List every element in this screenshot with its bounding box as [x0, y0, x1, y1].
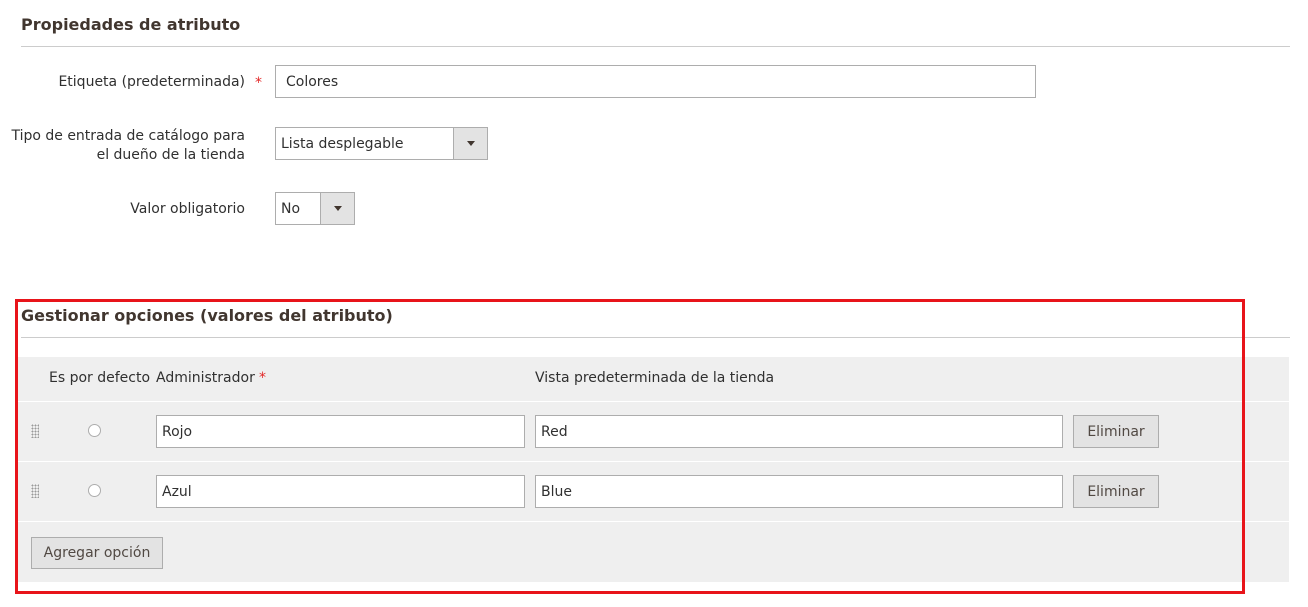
input-type-label-line2: el dueño de la tienda	[96, 147, 245, 163]
input-type-field-label: Tipo de entrada de catálogo para el dueñ…	[11, 127, 245, 165]
input-type-selected-value: Lista desplegable	[281, 135, 404, 152]
admin-value-input[interactable]: Azul	[156, 475, 525, 508]
column-header-store-view: Vista predeterminada de la tienda	[535, 370, 775, 386]
options-table-panel	[18, 357, 1289, 582]
delete-option-button[interactable]: Eliminar	[1073, 415, 1159, 448]
section-title-attribute-properties: Propiedades de atributo	[21, 15, 241, 34]
required-value-select[interactable]: No	[275, 192, 355, 225]
row-separator	[18, 461, 1289, 462]
drag-handle-icon[interactable]	[31, 424, 39, 438]
required-asterisk: *	[259, 370, 266, 386]
required-value-field-label: Valor obligatorio	[130, 201, 245, 217]
section-title-manage-options: Gestionar opciones (valores del atributo…	[21, 306, 393, 325]
default-option-radio[interactable]	[88, 484, 101, 497]
chevron-down-icon	[333, 206, 342, 211]
attribute-label-input[interactable]: Colores	[275, 65, 1036, 98]
required-value-selected-value: No	[281, 200, 301, 217]
delete-option-button[interactable]: Eliminar	[1073, 475, 1159, 508]
drag-handle-icon[interactable]	[31, 484, 39, 498]
dropdown-arrow	[320, 193, 354, 224]
label-field-label: Etiqueta (predeterminada)	[58, 74, 245, 90]
row-separator	[18, 521, 1289, 522]
section-divider	[21, 337, 1290, 338]
admin-value-input[interactable]: Rojo	[156, 415, 525, 448]
section-divider	[21, 46, 1290, 47]
chevron-down-icon	[466, 141, 475, 146]
row-separator	[18, 401, 1289, 402]
store-view-value-input[interactable]: Blue	[535, 475, 1063, 508]
dropdown-arrow	[453, 128, 487, 159]
input-type-select[interactable]: Lista desplegable	[275, 127, 488, 160]
default-option-radio[interactable]	[88, 424, 101, 437]
column-header-is-default: Es por defecto	[49, 370, 151, 386]
add-option-button[interactable]: Agregar opción	[31, 537, 163, 569]
required-asterisk: *	[255, 75, 262, 91]
column-header-admin: Administrador	[156, 370, 255, 386]
store-view-value-input[interactable]: Red	[535, 415, 1063, 448]
input-type-label-line1: Tipo de entrada de catálogo para	[11, 128, 245, 144]
